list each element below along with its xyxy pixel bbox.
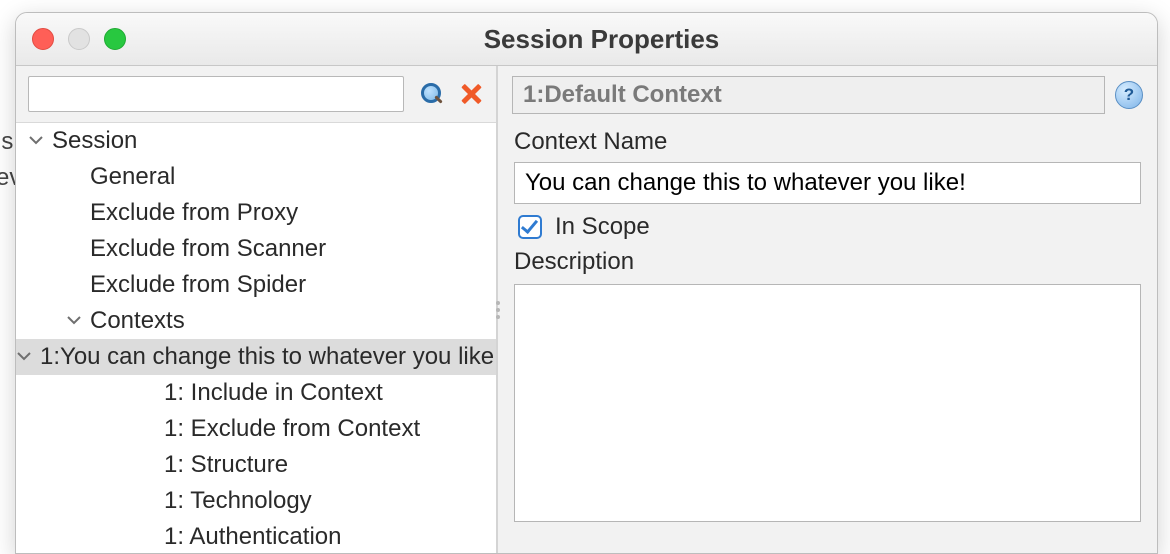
tree-node-exclude-spider[interactable]: Exclude from Spider: [16, 267, 496, 303]
in-scope-label: In Scope: [555, 213, 650, 241]
context-form: Context Name In Scope Description: [498, 124, 1157, 522]
tree-label: Session: [52, 123, 137, 159]
detail-header: 1:Default Context ?: [498, 66, 1157, 124]
tree-node-exclude-proxy[interactable]: Exclude from Proxy: [16, 195, 496, 231]
tree-label: 1: Structure: [164, 447, 288, 483]
tree-label: 1:You can change this to whatever you li…: [40, 339, 496, 375]
tree-node-session[interactable]: Session: [16, 123, 496, 159]
search-button[interactable]: [416, 80, 444, 108]
session-properties-window: Session Properties: [15, 12, 1158, 554]
tree-node-exclude-from-context[interactable]: 1: Exclude from Context: [16, 411, 496, 447]
clear-icon: [458, 82, 482, 106]
description-label: Description: [514, 248, 1141, 276]
tree-node-authentication[interactable]: 1: Authentication: [16, 519, 496, 554]
tree-label: Exclude from Proxy: [90, 195, 298, 231]
tree-node-contexts[interactable]: Contexts: [16, 303, 496, 339]
tree-label: 1: Technology: [164, 483, 312, 519]
context-name-label: Context Name: [514, 128, 1141, 156]
tree-label: Exclude from Scanner: [90, 231, 326, 267]
close-window-button[interactable]: [32, 28, 54, 50]
description-textarea[interactable]: [514, 284, 1141, 522]
window-body: Session General Exclude from Proxy Exclu…: [16, 66, 1157, 554]
sidebar: Session General Exclude from Proxy Exclu…: [16, 66, 498, 554]
window-title: Session Properties: [62, 24, 1141, 55]
nav-tree[interactable]: Session General Exclude from Proxy Exclu…: [16, 123, 496, 554]
tree-label: Exclude from Spider: [90, 267, 306, 303]
titlebar[interactable]: Session Properties: [16, 13, 1157, 66]
detail-pane: 1:Default Context ? Context Name In Scop…: [498, 66, 1157, 554]
viewport: is ev Session Properties: [0, 0, 1170, 554]
context-name-input[interactable]: [514, 162, 1141, 204]
split-handle[interactable]: [496, 301, 500, 319]
tree-node-technology[interactable]: 1: Technology: [16, 483, 496, 519]
tree-label: General: [90, 159, 175, 195]
in-scope-checkbox[interactable]: [518, 215, 542, 239]
tree-node-structure[interactable]: 1: Structure: [16, 447, 496, 483]
search-icon: [419, 83, 441, 105]
sidebar-toolbar: [16, 66, 496, 123]
tree-label: Contexts: [90, 303, 185, 339]
tree-node-include-in-context[interactable]: 1: Include in Context: [16, 375, 496, 411]
chevron-down-icon[interactable]: [28, 132, 46, 150]
help-icon: ?: [1124, 85, 1134, 105]
tree-node-exclude-scanner[interactable]: Exclude from Scanner: [16, 231, 496, 267]
breadcrumb: 1:Default Context: [512, 76, 1105, 114]
chevron-down-icon[interactable]: [16, 348, 34, 366]
tree-label: 1: Exclude from Context: [164, 411, 420, 447]
chevron-down-icon[interactable]: [66, 312, 84, 330]
tree-label: 1: Include in Context: [164, 375, 383, 411]
tree-label: 1: Authentication: [164, 519, 341, 554]
tree-node-context-1[interactable]: 1:You can change this to whatever you li…: [16, 339, 496, 375]
tree-node-general[interactable]: General: [16, 159, 496, 195]
bg-text-1: is: [0, 128, 13, 156]
tree-search-input[interactable]: [28, 76, 404, 112]
help-button[interactable]: ?: [1115, 81, 1143, 109]
clear-search-button[interactable]: [456, 80, 484, 108]
